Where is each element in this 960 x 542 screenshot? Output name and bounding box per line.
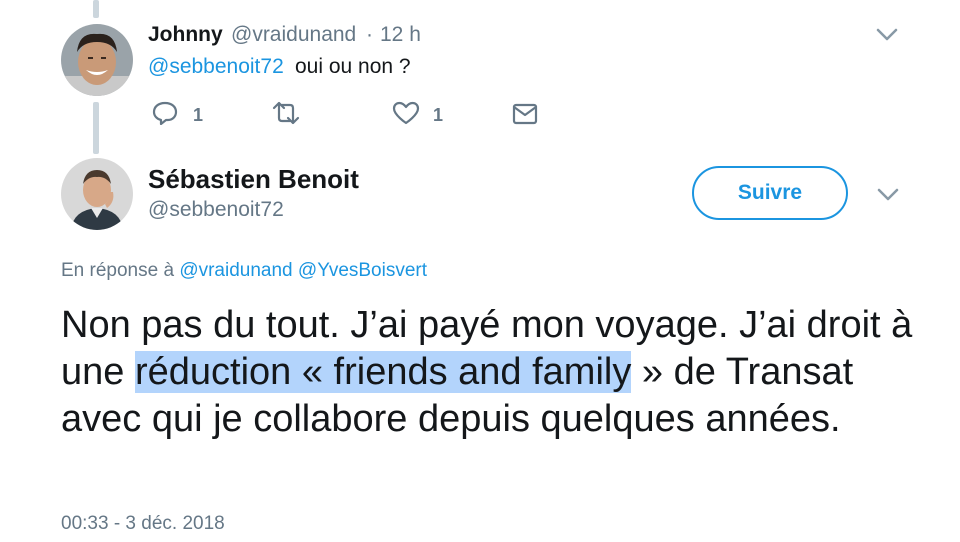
tweet-text-selection: réduction « friends and family: [134, 351, 632, 393]
like-count: 1: [433, 105, 444, 125]
reply-context: En réponse à @vraidunand @YvesBoisvert: [61, 260, 427, 282]
reply-to-yvesboisvert[interactable]: @YvesBoisvert: [298, 260, 427, 281]
author-name[interactable]: Sébastien Benoit: [148, 164, 359, 195]
reply-author-handle[interactable]: @vraidunand: [231, 23, 356, 47]
avatar-sebastien[interactable]: [61, 158, 133, 230]
reply-time-separator: ·: [366, 23, 373, 46]
tweet-text: Non pas du tout. J’ai payé mon voyage. J…: [61, 302, 941, 443]
reply-icon[interactable]: [152, 101, 178, 125]
avatar-johnny[interactable]: [61, 24, 133, 96]
reply-count: 1: [193, 105, 204, 125]
reply-time[interactable]: 12 h: [380, 23, 421, 47]
chevron-down-icon[interactable]: [877, 188, 899, 202]
reply-text: oui ou non ?: [295, 55, 411, 78]
tweet-timestamp[interactable]: 00:33 - 3 déc. 2018: [61, 513, 225, 535]
thread-line-top: [93, 0, 99, 18]
heart-icon[interactable]: [392, 101, 420, 125]
chevron-down-icon[interactable]: [876, 28, 898, 42]
reply-author-name[interactable]: Johnny: [148, 23, 223, 47]
author-handle[interactable]: @sebbenoit72: [148, 198, 284, 222]
follow-button[interactable]: Suivre: [692, 166, 848, 220]
reply-to-vraidunand[interactable]: @vraidunand: [179, 260, 292, 281]
reply-context-prefix: En réponse à: [61, 260, 175, 281]
retweet-icon[interactable]: [270, 101, 302, 125]
thread-line-bottom: [93, 102, 99, 154]
envelope-icon[interactable]: [512, 103, 538, 125]
reply-mention-link[interactable]: @sebbenoit72: [148, 55, 284, 79]
